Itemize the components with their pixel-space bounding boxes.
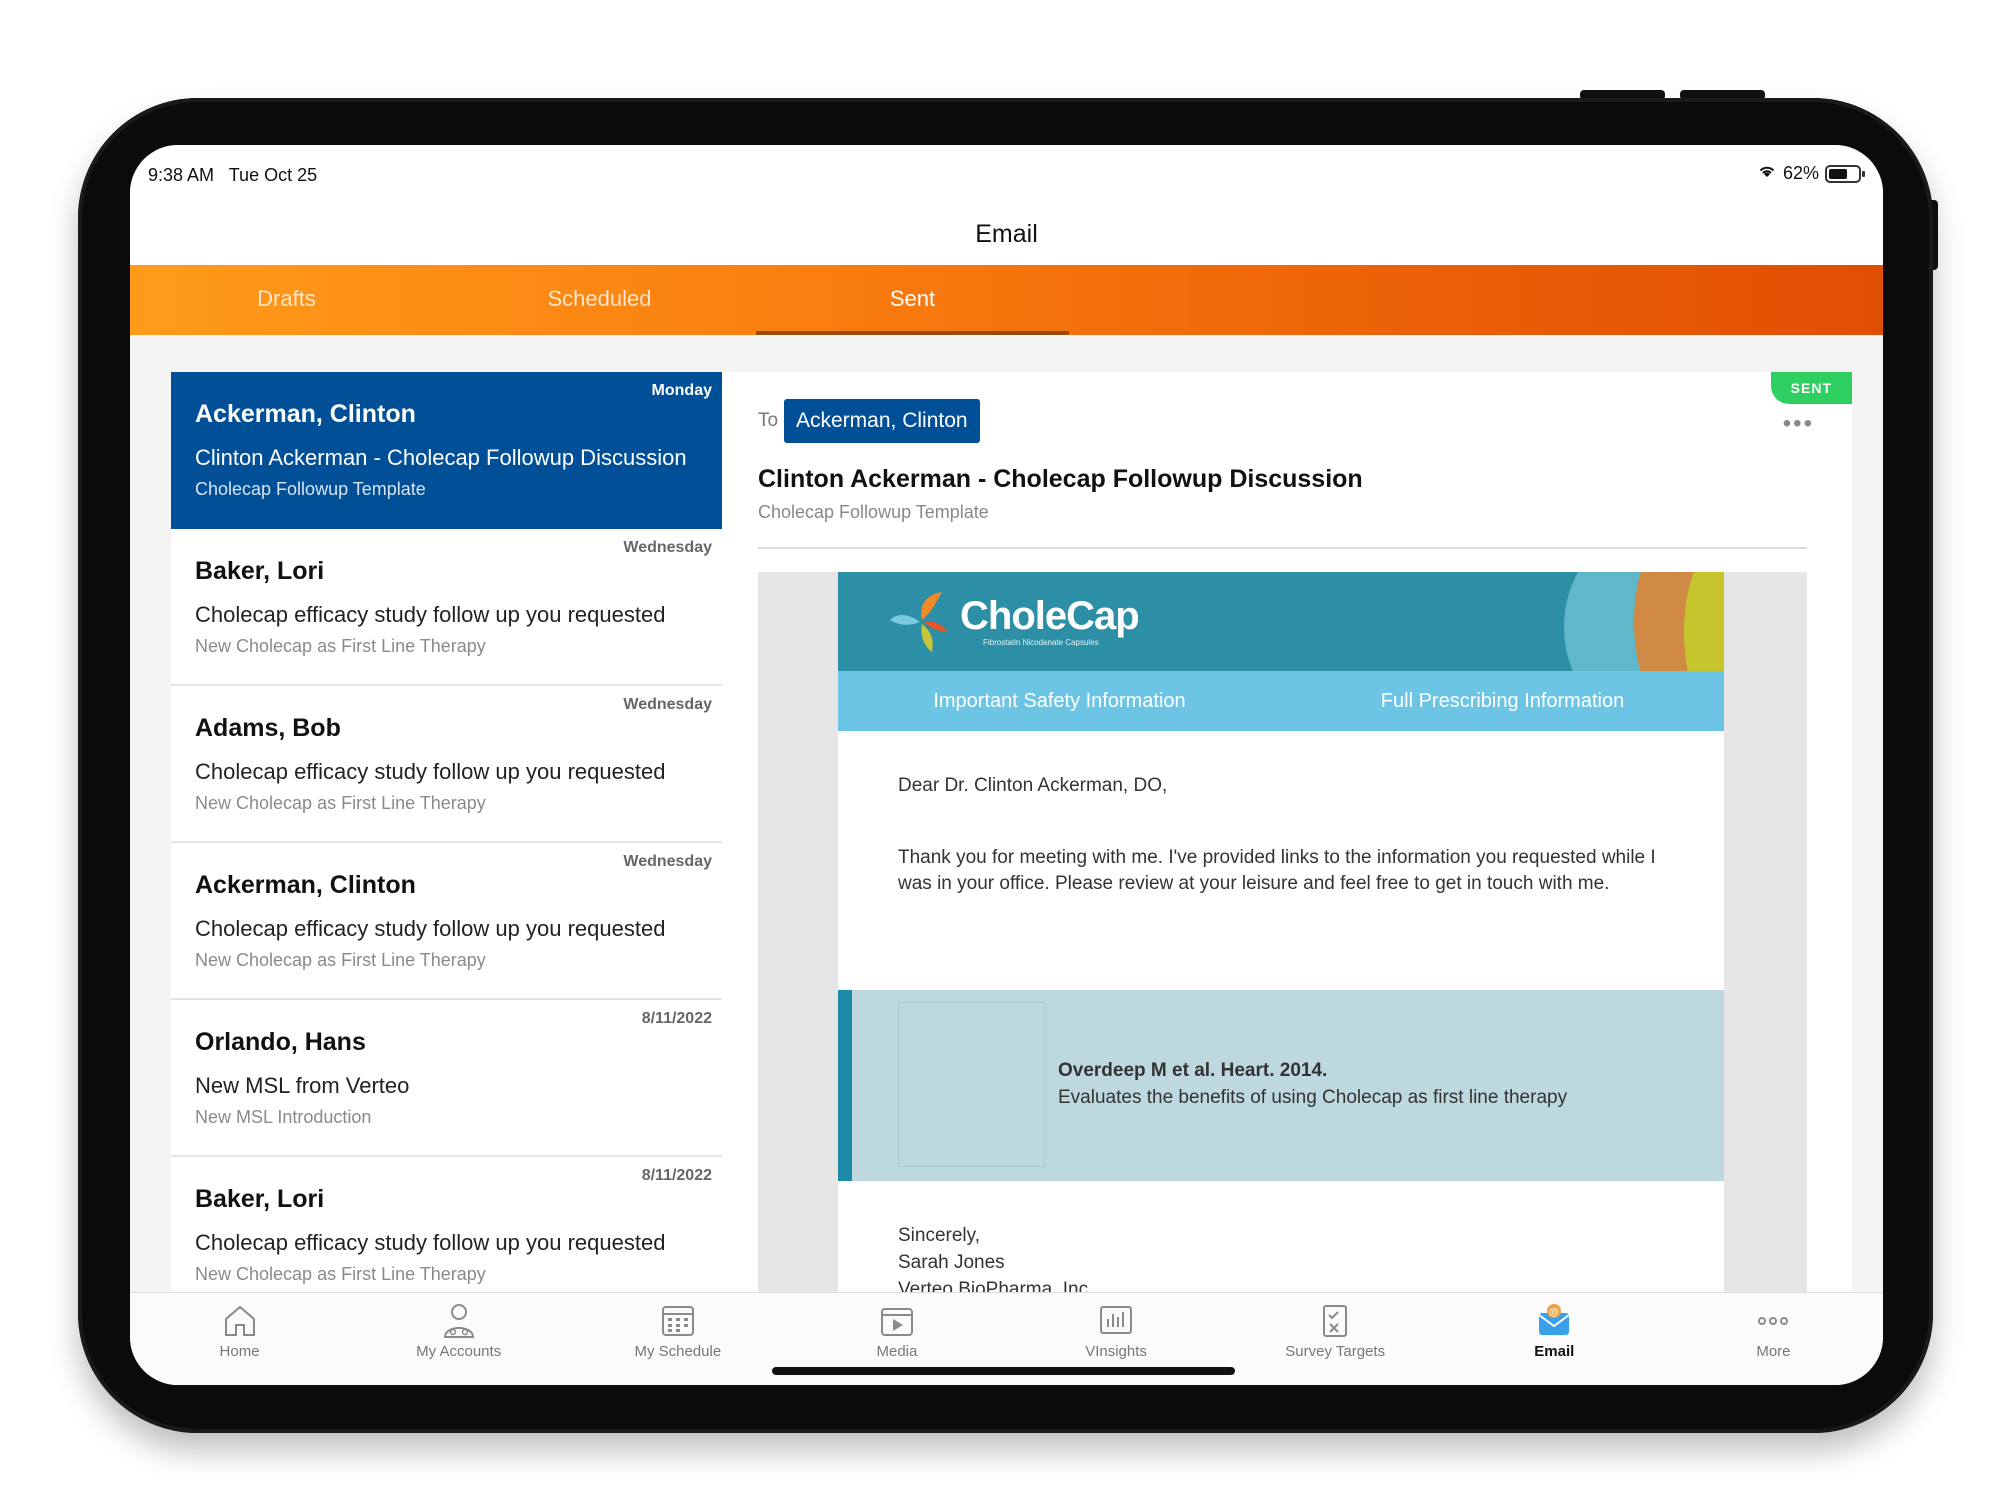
item-name: Orlando, Hans bbox=[195, 1028, 366, 1056]
email-template-name: Cholecap Followup Template bbox=[758, 502, 989, 522]
status-time-clock: 9:38 AM bbox=[148, 165, 215, 185]
item-template: Cholecap Followup Template bbox=[195, 479, 426, 499]
calendar-icon bbox=[661, 1306, 694, 1336]
tab-drafts[interactable]: Drafts bbox=[130, 265, 443, 335]
tab-sent[interactable]: Sent bbox=[756, 265, 1069, 335]
home-icon bbox=[224, 1305, 255, 1336]
item-day: 8/11/2022 bbox=[641, 1010, 712, 1027]
item-subject: Clinton Ackerman - Cholecap Followup Dis… bbox=[195, 445, 687, 470]
item-subject: New MSL from Verteo bbox=[195, 1073, 410, 1098]
list-item[interactable]: 8/11/2022 Orlando, Hans New MSL from Ver… bbox=[171, 1000, 722, 1157]
nav-label: VInsights bbox=[1085, 1343, 1147, 1360]
sender-name: Sarah Jones bbox=[898, 1252, 1005, 1273]
item-subject: Cholecap efficacy study follow up you re… bbox=[195, 602, 666, 627]
nav-label: Email bbox=[1534, 1343, 1575, 1360]
link-bar: Important Safety Information Full Prescr… bbox=[838, 671, 1724, 731]
item-day: Monday bbox=[651, 382, 712, 399]
reference-thumbnail bbox=[898, 1002, 1045, 1167]
closing-line: Sincerely, bbox=[898, 1225, 981, 1246]
recipient-chip[interactable]: Ackerman, Clinton bbox=[784, 399, 980, 443]
tab-scheduled[interactable]: Scheduled bbox=[443, 265, 756, 335]
list-item[interactable]: Wednesday Ackerman, Clinton Cholecap eff… bbox=[171, 843, 722, 1000]
email-tabs: Drafts Scheduled Sent bbox=[130, 265, 1883, 335]
brand-subtitle: Fibrostatin Nicodanate Capsules bbox=[983, 638, 1099, 647]
survey-icon bbox=[1323, 1305, 1348, 1337]
email-detail: SENT To Ackerman, Clinton ••• Clinton Ac… bbox=[722, 372, 1852, 1382]
brand-name: CholeCap bbox=[960, 594, 1140, 638]
item-template: New Cholecap as First Line Therapy bbox=[195, 1264, 486, 1284]
svg-text:@: @ bbox=[1549, 1307, 1559, 1318]
nav-label: My Schedule bbox=[634, 1343, 722, 1360]
cholecap-logo-icon bbox=[890, 592, 948, 652]
item-day: Wednesday bbox=[623, 853, 712, 870]
nav-label: Home bbox=[219, 1343, 260, 1360]
item-template: New Cholecap as First Line Therapy bbox=[195, 636, 486, 656]
nav-my-schedule[interactable]: My Schedule bbox=[598, 1293, 758, 1385]
banner-decoration bbox=[1684, 572, 1724, 671]
nav-label: Media bbox=[876, 1343, 918, 1360]
status-right: 62% bbox=[1757, 163, 1865, 184]
item-name: Baker, Lori bbox=[195, 1185, 325, 1213]
accounts-icon bbox=[443, 1304, 474, 1338]
list-item[interactable]: Monday Ackerman, Clinton Clinton Ackerma… bbox=[171, 372, 722, 529]
item-template: New Cholecap as First Line Therapy bbox=[195, 793, 486, 813]
battery-percent: 62% bbox=[1782, 163, 1819, 183]
reference-accent bbox=[838, 990, 852, 1181]
brand-banner: CholeCap Fibrostatin Nicodanate Capsules bbox=[838, 572, 1724, 671]
reference-description: Evaluates the benefits of using Cholecap… bbox=[1058, 1087, 1568, 1108]
nav-label: Survey Targets bbox=[1285, 1343, 1386, 1360]
safety-info-link[interactable]: Important Safety Information bbox=[838, 671, 1281, 731]
list-item[interactable]: Wednesday Adams, Bob Cholecap efficacy s… bbox=[171, 686, 722, 843]
status-bar: 9:38 AM Tue Oct 25 62% bbox=[130, 145, 1883, 203]
item-name: Ackerman, Clinton bbox=[195, 400, 416, 428]
email-body: CholeCap Fibrostatin Nicodanate Capsules… bbox=[838, 572, 1724, 1382]
item-template: New Cholecap as First Line Therapy bbox=[195, 950, 486, 970]
more-options-button[interactable]: ••• bbox=[1783, 410, 1814, 438]
item-day: Wednesday bbox=[623, 696, 712, 713]
nav-my-accounts[interactable]: My Accounts bbox=[379, 1293, 539, 1385]
email-subject: Clinton Ackerman - Cholecap Followup Dis… bbox=[758, 465, 1363, 493]
email-icon: @ bbox=[1538, 1304, 1570, 1335]
reference-card[interactable]: Overdeep M et al. Heart. 2014. Evaluates… bbox=[838, 990, 1724, 1181]
item-day: Wednesday bbox=[623, 539, 712, 556]
wifi-icon bbox=[1757, 163, 1777, 184]
item-name: Adams, Bob bbox=[195, 714, 341, 742]
insights-icon bbox=[1100, 1306, 1133, 1334]
item-subject: Cholecap efficacy study follow up you re… bbox=[195, 759, 666, 784]
email-list: Monday Ackerman, Clinton Clinton Ackerma… bbox=[171, 372, 722, 1382]
list-item[interactable]: 8/11/2022 Baker, Lori Cholecap efficacy … bbox=[171, 1157, 722, 1314]
nav-more[interactable]: More bbox=[1693, 1293, 1853, 1385]
status-date: Tue Oct 25 bbox=[228, 165, 318, 185]
item-name: Ackerman, Clinton bbox=[195, 871, 416, 899]
nav-header: Email bbox=[130, 203, 1883, 265]
email-greeting: Dear Dr. Clinton Ackerman, DO, bbox=[898, 775, 1168, 796]
email-closing: Sincerely, Sarah Jones Verteo BioPharma,… bbox=[898, 1222, 1093, 1303]
item-subject: Cholecap efficacy study follow up you re… bbox=[195, 1230, 666, 1255]
nav-label: My Accounts bbox=[416, 1343, 502, 1360]
more-icon bbox=[1758, 1317, 1789, 1325]
divider bbox=[758, 547, 1807, 549]
list-item[interactable]: Wednesday Baker, Lori Cholecap efficacy … bbox=[171, 529, 722, 686]
page-title: Email bbox=[975, 220, 1038, 248]
item-template: New MSL Introduction bbox=[195, 1107, 372, 1127]
item-name: Baker, Lori bbox=[195, 557, 325, 585]
prescribing-info-link[interactable]: Full Prescribing Information bbox=[1281, 671, 1724, 731]
item-subject: Cholecap efficacy study follow up you re… bbox=[195, 916, 666, 941]
status-time: 9:38 AM Tue Oct 25 bbox=[148, 165, 317, 186]
nav-label: More bbox=[1756, 1343, 1791, 1360]
to-label: To bbox=[758, 410, 779, 431]
email-preview[interactable]: CholeCap Fibrostatin Nicodanate Capsules… bbox=[758, 572, 1807, 1382]
reference-title: Overdeep M et al. Heart. 2014. bbox=[1058, 1060, 1328, 1081]
battery-icon bbox=[1825, 164, 1865, 183]
item-day: 8/11/2022 bbox=[641, 1167, 712, 1184]
device-screen: 9:38 AM Tue Oct 25 62% Email Drafts Sche… bbox=[130, 145, 1883, 1385]
media-icon bbox=[880, 1308, 913, 1336]
nav-email[interactable]: @ Email bbox=[1474, 1293, 1634, 1385]
status-badge: SENT bbox=[1770, 372, 1852, 404]
home-indicator[interactable] bbox=[772, 1367, 1235, 1375]
nav-survey-targets[interactable]: Survey Targets bbox=[1255, 1293, 1415, 1385]
email-body-text: Thank you for meeting with me. I've prov… bbox=[898, 847, 1656, 894]
nav-home[interactable]: Home bbox=[160, 1293, 320, 1385]
